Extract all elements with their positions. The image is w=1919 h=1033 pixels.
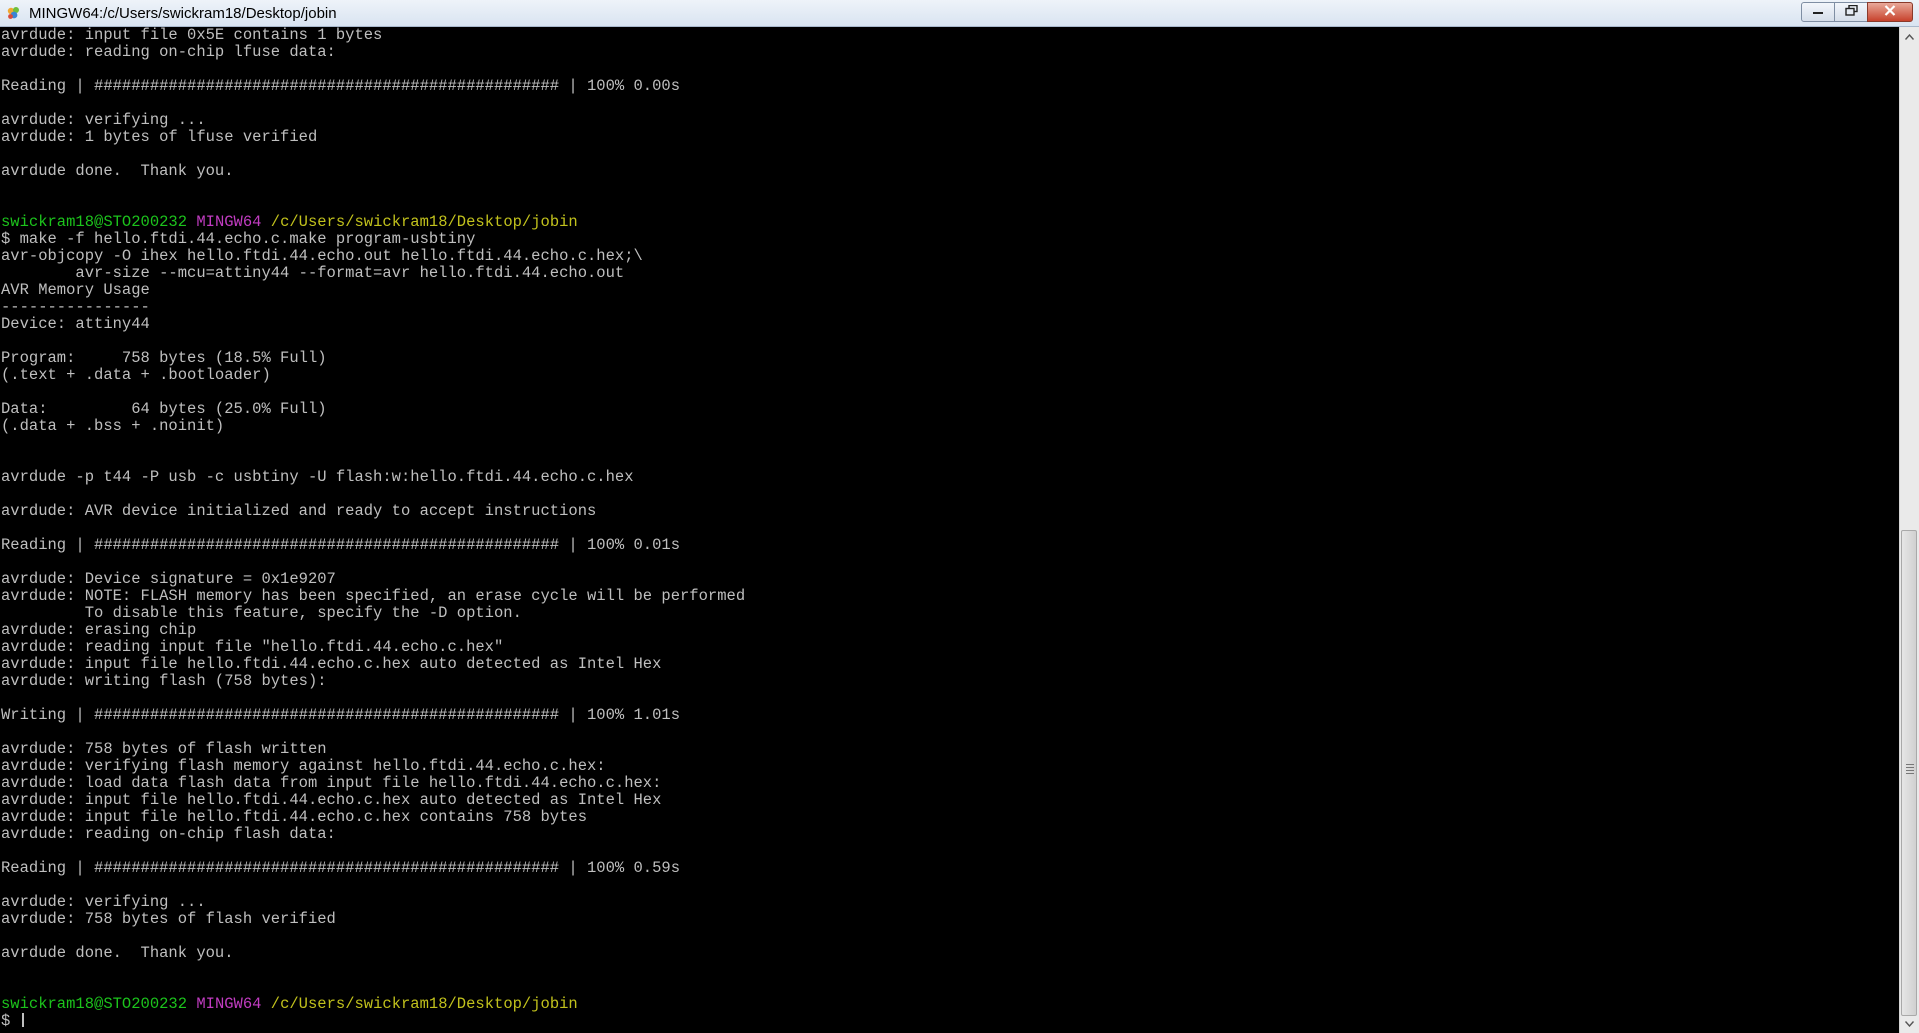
terminal-line: avrdude: Device signature = 0x1e9207 [1, 570, 336, 588]
terminal-line: avrdude: verifying flash memory against … [1, 757, 606, 775]
minimize-icon [1812, 3, 1824, 21]
terminal-lines: avrdude: input file 0x5E contains 1 byte… [1, 27, 745, 1030]
terminal-line: avrdude -p t44 -P usb -c usbtiny -U flas… [1, 468, 634, 486]
prompt-shell: MINGW64 [196, 995, 262, 1013]
terminal-line: avrdude: reading on-chip lfuse data: [1, 43, 336, 61]
terminal-line: avrdude: 1 bytes of lfuse verified [1, 128, 318, 146]
text-cursor [21, 1013, 24, 1027]
terminal-line: (.data + .bss + .noinit) [1, 417, 225, 435]
input-prompt: $ [1, 1012, 20, 1030]
title-bar[interactable]: MINGW64:/c/Users/swickram18/Desktop/jobi… [0, 0, 1919, 27]
terminal-line: Reading | ##############################… [1, 859, 681, 877]
terminal-line: avrdude: 758 bytes of flash verified [1, 910, 336, 928]
terminal-line: avrdude: AVR device initialized and read… [1, 502, 597, 520]
terminal-line: avrdude: reading on-chip flash data: [1, 825, 336, 843]
terminal-line: Device: attiny44 [1, 315, 150, 333]
terminal-line: AVR Memory Usage [1, 281, 150, 299]
scroll-down-arrow-icon[interactable] [1900, 1015, 1919, 1032]
minimize-button[interactable] [1801, 2, 1835, 22]
terminal-line: avrdude: writing flash (758 bytes): [1, 672, 327, 690]
scroll-grip-icon [1906, 764, 1914, 776]
terminal-line: avrdude: 758 bytes of flash written [1, 740, 327, 758]
terminal-line: (.text + .data + .bootloader) [1, 366, 271, 384]
shell-prompt: swickram18@STO200232 MINGW64 /c/Users/sw… [1, 214, 745, 231]
terminal-line: Data: 64 bytes (25.0% Full) [1, 400, 327, 418]
terminal-line: avrdude: input file hello.ftdi.44.echo.c… [1, 791, 662, 809]
terminal-output[interactable]: avrdude: input file 0x5E contains 1 byte… [0, 27, 1899, 1033]
terminal-line: avrdude: input file hello.ftdi.44.echo.c… [1, 655, 662, 673]
terminal-line: avrdude: input file hello.ftdi.44.echo.c… [1, 808, 587, 826]
scroll-up-arrow-icon[interactable] [1900, 28, 1919, 45]
terminal-line: avrdude: verifying ... [1, 111, 206, 129]
terminal-line: Reading | ##############################… [1, 77, 681, 95]
terminal-line: ---------------- [1, 298, 150, 316]
command-input-line[interactable]: $ [1, 1013, 745, 1030]
scroll-thumb[interactable] [1901, 530, 1917, 1016]
terminal-line: avrdude done. Thank you. [1, 162, 234, 180]
close-icon [1884, 3, 1896, 21]
restore-button[interactable] [1834, 2, 1868, 22]
terminal-line: avrdude: input file 0x5E contains 1 byte… [1, 27, 383, 44]
window-controls [1801, 2, 1913, 22]
terminal-line: avrdude: load data flash data from input… [1, 774, 662, 792]
prompt-path: /c/Users/swickram18/Desktop/jobin [270, 995, 578, 1013]
terminal-line: avrdude: NOTE: FLASH memory has been spe… [1, 587, 746, 605]
shell-prompt: swickram18@STO200232 MINGW64 /c/Users/sw… [1, 996, 745, 1013]
terminal-line: avrdude: erasing chip [1, 621, 197, 639]
terminal-line: Writing | ##############################… [1, 706, 681, 724]
terminal-line: Program: 758 bytes (18.5% Full) [1, 349, 327, 367]
terminal-line: avrdude: reading input file "hello.ftdi.… [1, 638, 504, 656]
prompt-path: /c/Users/swickram18/Desktop/jobin [270, 213, 578, 231]
terminal-line: $ make -f hello.ftdi.44.echo.c.make prog… [1, 230, 476, 248]
prompt-user: swickram18@STO200232 [1, 213, 188, 231]
prompt-shell: MINGW64 [196, 213, 262, 231]
terminal-line: avrdude done. Thank you. [1, 944, 234, 962]
terminal-line: To disable this feature, specify the -D … [1, 604, 522, 622]
terminal-line: avr-size --mcu=attiny44 --format=avr hel… [1, 264, 625, 282]
terminal-line: Reading | ##############################… [1, 536, 681, 554]
close-button[interactable] [1867, 2, 1913, 22]
prompt-user: swickram18@STO200232 [1, 995, 188, 1013]
mingw-app-icon[interactable] [6, 5, 22, 21]
terminal-line: avrdude: verifying ... [1, 893, 206, 911]
restore-icon [1844, 3, 1858, 21]
terminal-line: avr-objcopy -O ihex hello.ftdi.44.echo.o… [1, 247, 643, 265]
vertical-scrollbar[interactable] [1899, 27, 1919, 1033]
window-title: MINGW64:/c/Users/swickram18/Desktop/jobi… [29, 5, 337, 22]
